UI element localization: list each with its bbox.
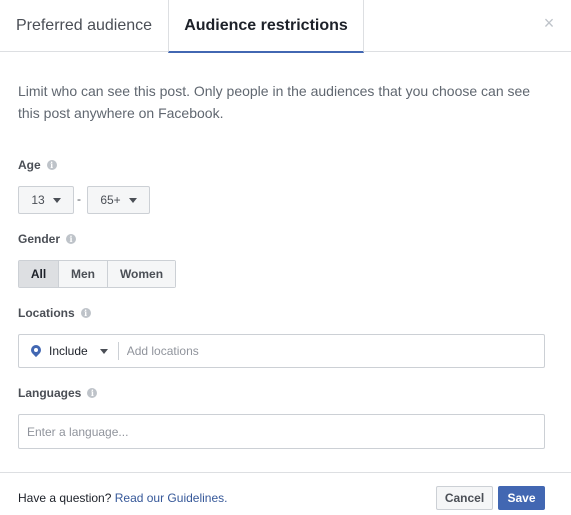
gender-label: Gender	[18, 232, 61, 246]
gender-all-button[interactable]: All	[19, 261, 59, 287]
age-max-value: 65+	[100, 193, 121, 207]
include-label: Include	[49, 344, 88, 358]
age-label-row: Age i	[18, 158, 57, 172]
locations-input[interactable]	[126, 341, 544, 361]
guidelines-link[interactable]: Read our Guidelines.	[115, 491, 228, 505]
location-pin-icon	[28, 342, 44, 358]
locations-label: Locations	[18, 306, 75, 320]
age-max-dropdown[interactable]: 65+	[87, 186, 150, 214]
info-icon[interactable]: i	[87, 388, 98, 398]
age-label: Age	[18, 158, 41, 172]
languages-label: Languages	[18, 386, 82, 400]
locations-field: Include	[18, 334, 545, 368]
gender-men-button[interactable]: Men	[59, 261, 108, 287]
question-text: Have a question?	[18, 491, 115, 505]
languages-label-row: Languages i	[18, 386, 98, 400]
languages-input[interactable]	[27, 421, 544, 442]
include-dropdown[interactable]: Include	[49, 344, 108, 358]
age-min-dropdown[interactable]: 13	[18, 186, 74, 214]
gender-women-button[interactable]: Women	[108, 261, 175, 287]
chevron-down-icon	[52, 197, 61, 203]
close-icon[interactable]: ×	[540, 13, 558, 33]
tab-audience-restrictions[interactable]: Audience restrictions	[168, 0, 364, 53]
languages-field	[18, 414, 545, 449]
locations-label-row: Locations i	[18, 306, 91, 320]
tab-bar: Preferred audience Audience restrictions	[0, 0, 571, 53]
info-icon[interactable]: i	[46, 160, 57, 170]
description-text: Limit who can see this post. Only people…	[18, 83, 531, 121]
age-min-value: 13	[31, 193, 45, 207]
chevron-down-icon	[99, 348, 108, 354]
gender-label-row: Gender i	[18, 232, 77, 246]
chevron-down-icon	[128, 197, 137, 203]
age-separator: -	[77, 192, 81, 206]
tab-preferred-audience[interactable]: Preferred audience	[0, 0, 168, 52]
save-button[interactable]: Save	[498, 486, 545, 510]
gender-selector: All Men Women	[18, 260, 176, 288]
dialog-footer: Have a question? Read our Guidelines. Ca…	[0, 472, 571, 515]
divider	[117, 342, 119, 360]
info-icon[interactable]: i	[66, 234, 77, 244]
cancel-button[interactable]: Cancel	[436, 486, 493, 510]
help-text: Have a question? Read our Guidelines.	[18, 491, 227, 505]
info-icon[interactable]: i	[80, 308, 91, 318]
